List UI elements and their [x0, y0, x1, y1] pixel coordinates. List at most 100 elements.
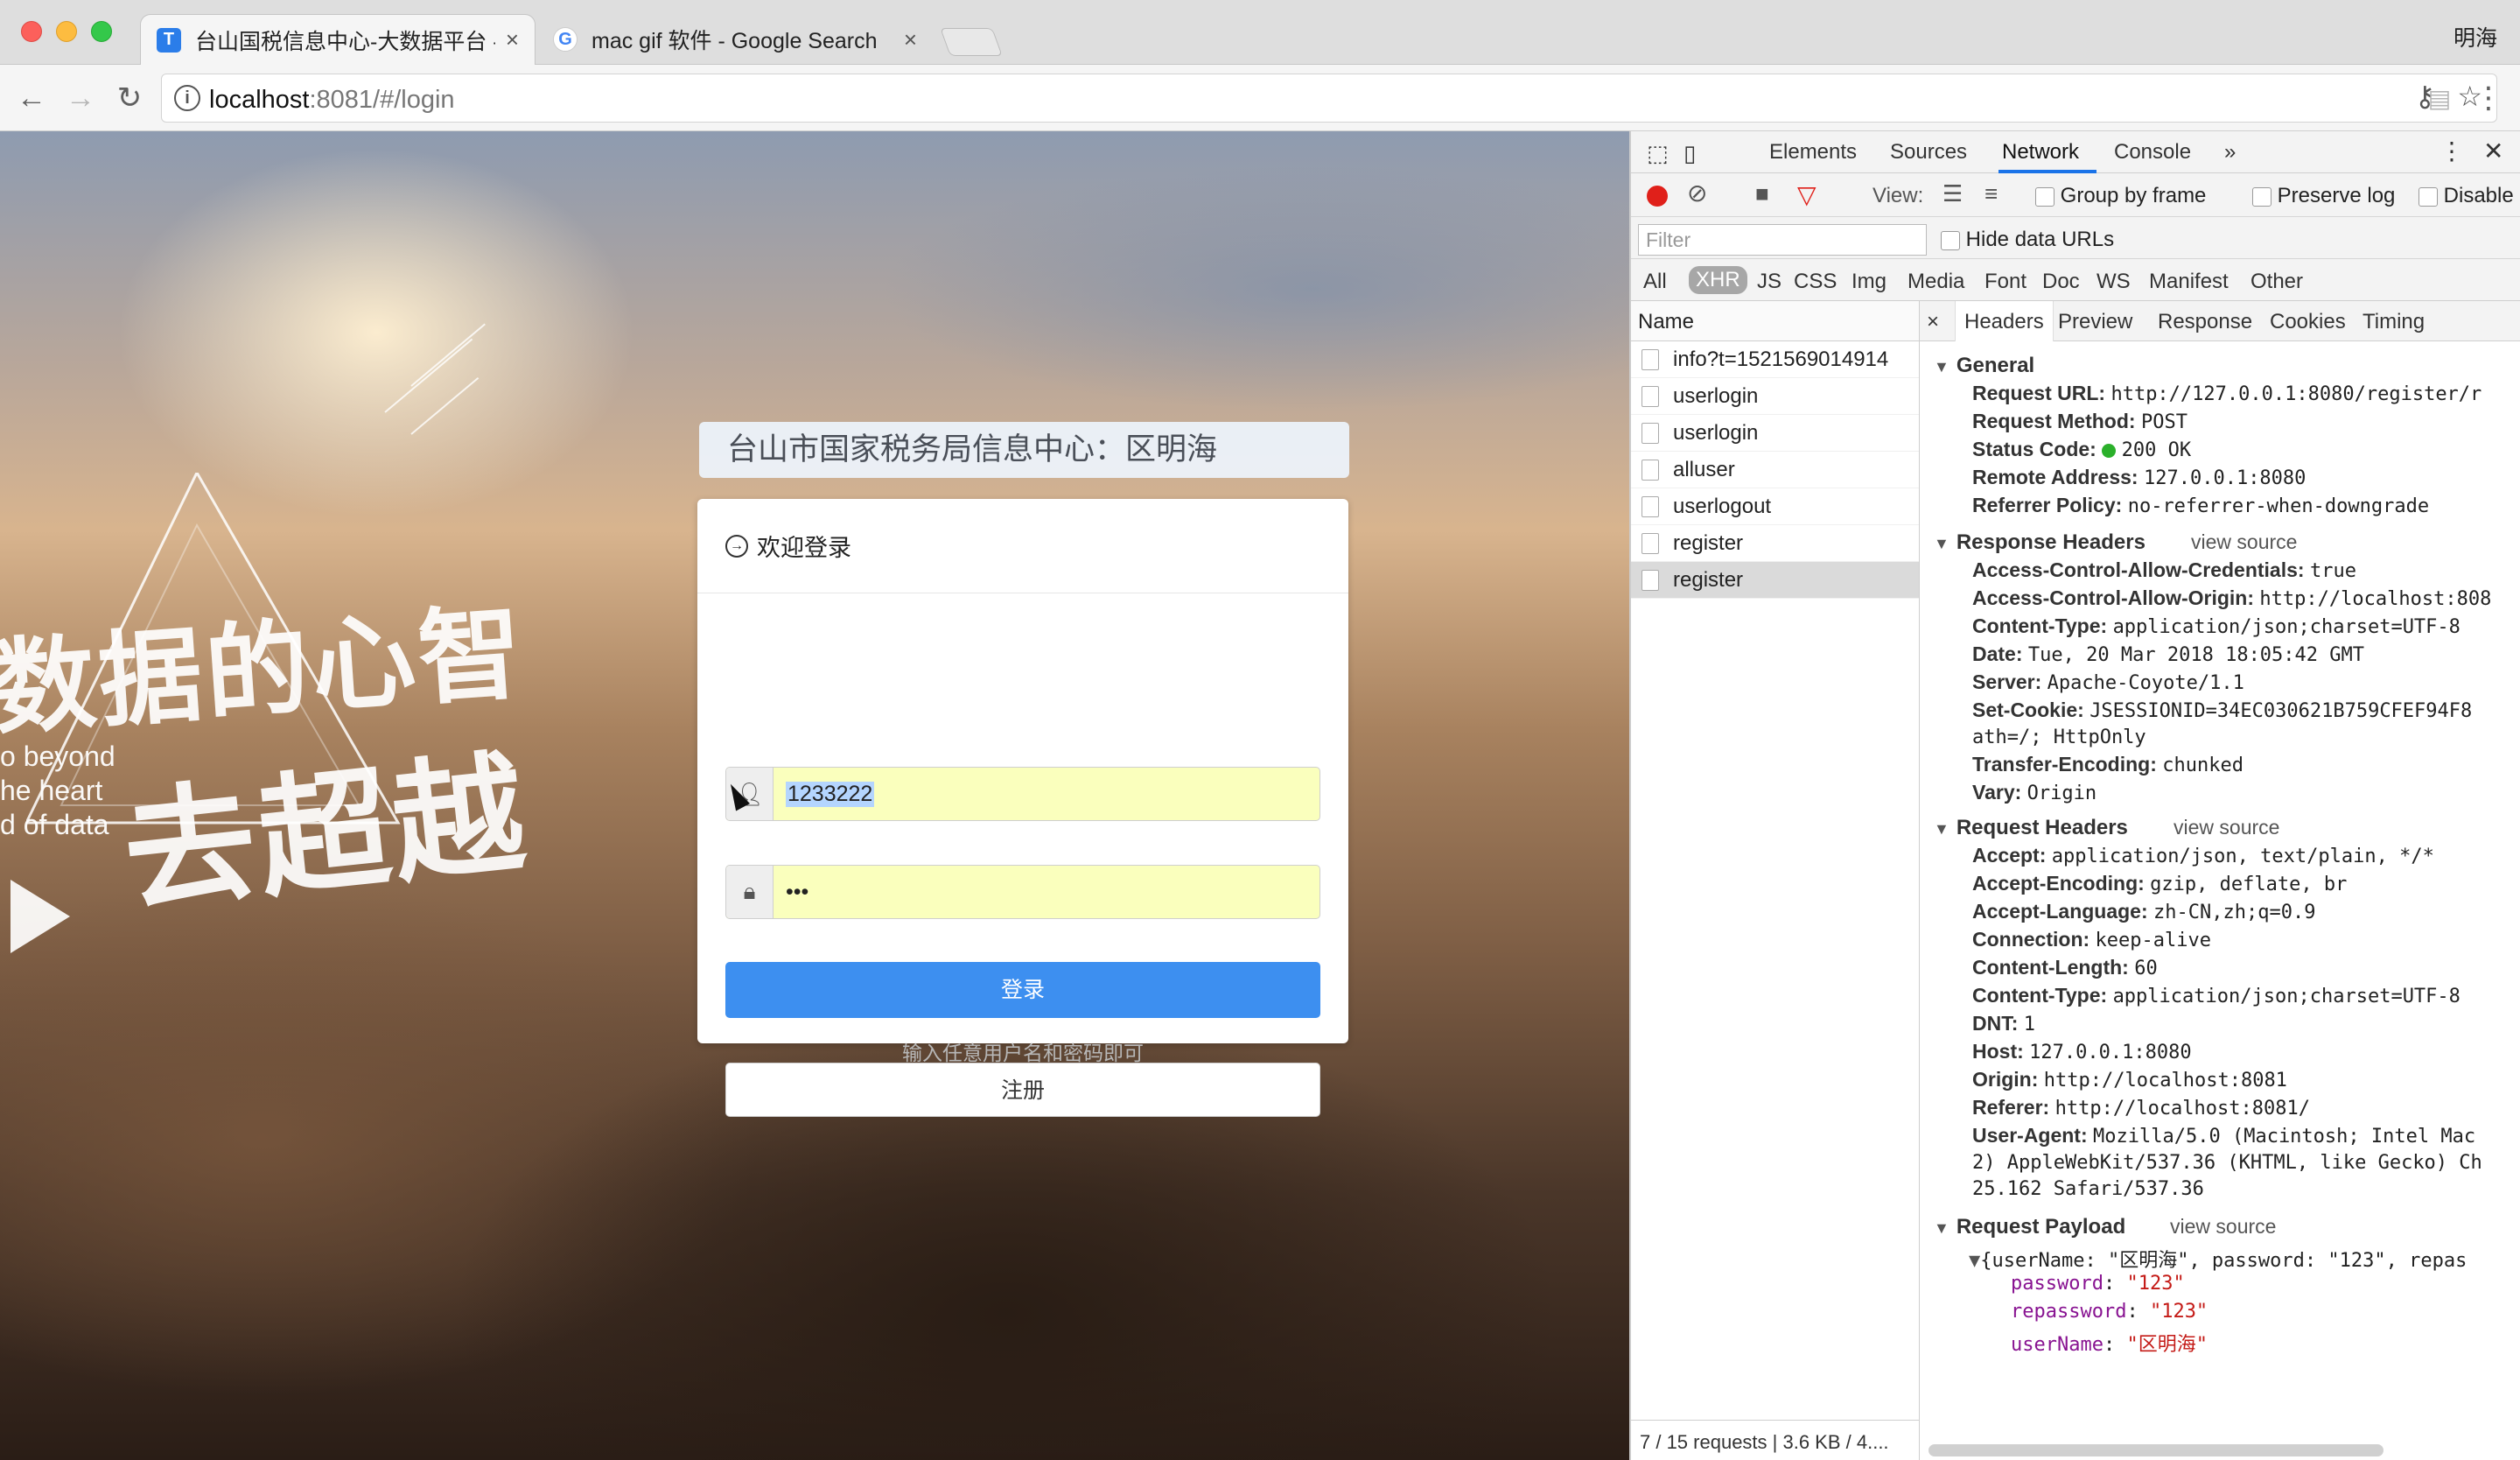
view-source-link[interactable]: view source	[2170, 1215, 2276, 1239]
menu-kebab-icon[interactable]: ⋮	[2469, 79, 2508, 117]
filter-other[interactable]: Other	[2250, 270, 2303, 294]
checkbox[interactable]	[2252, 186, 2272, 207]
url-text[interactable]: localhost:8081/#/login	[209, 86, 455, 115]
filter-doc[interactable]: Doc	[2042, 270, 2080, 294]
filter-media[interactable]: Media	[1908, 270, 1964, 294]
section-title: Response Headers	[1956, 530, 2146, 554]
close-tab-icon[interactable]: ×	[904, 26, 917, 53]
large-rows-icon[interactable]: ☰	[1942, 180, 1963, 207]
filter-xhr[interactable]: XHR	[1689, 266, 1747, 294]
tab-elements[interactable]: Elements	[1769, 140, 1857, 165]
extension-icon[interactable]: ▤	[2420, 79, 2459, 117]
filter-js[interactable]: JS	[1757, 270, 1782, 294]
header-key: Date:	[1972, 642, 2023, 665]
header-row: Origin: http://localhost:8081	[1972, 1068, 2287, 1091]
preserve-log-option[interactable]: Preserve log	[2252, 184, 2395, 208]
filter-input[interactable]: Filter	[1638, 224, 1927, 256]
info-icon[interactable]: i	[174, 85, 200, 111]
tab-sources[interactable]: Sources	[1890, 140, 1967, 165]
tab-cookies[interactable]: Cookies	[2270, 310, 2346, 334]
checkbox[interactable]	[2418, 186, 2438, 207]
request-row-selected[interactable]: register	[1631, 562, 1919, 599]
header-value: keep-alive	[2095, 930, 2211, 951]
filter-font[interactable]: Font	[1984, 270, 2026, 294]
tab-response[interactable]: Response	[2158, 310, 2252, 334]
inspect-element-icon[interactable]: ⬚	[1647, 140, 1669, 167]
payload-key: userName	[2011, 1334, 2104, 1356]
filter-funnel-icon[interactable]: ▽	[1797, 180, 1816, 209]
lock-icon: 🔒︎	[726, 866, 774, 918]
tab-timing[interactable]: Timing	[2362, 310, 2425, 334]
tab-network[interactable]: Network	[2002, 140, 2079, 165]
request-row[interactable]: userlogin	[1631, 415, 1919, 452]
tab-preview[interactable]: Preview	[2058, 310, 2132, 334]
username-value: 1233222	[786, 781, 875, 807]
new-tab-button[interactable]	[940, 28, 1003, 56]
username-field[interactable]: 👤︎ 1233222	[725, 767, 1320, 821]
tab-headers[interactable]: Headers	[1955, 301, 2054, 341]
password-field[interactable]: 🔒︎ •••	[725, 865, 1320, 919]
request-row[interactable]: alluser	[1631, 452, 1919, 488]
request-row[interactable]: info?t=1521569014914	[1631, 341, 1919, 378]
header-row: Accept: application/json, text/plain, */…	[1972, 844, 2434, 867]
filter-all[interactable]: All	[1643, 270, 1667, 294]
t-favicon-icon: T	[157, 27, 181, 53]
preserve-log-label: Preserve log	[2277, 184, 2396, 207]
close-tab-icon[interactable]: ×	[506, 26, 519, 53]
hide-data-urls-option[interactable]: Hide data URLs	[1941, 228, 2114, 252]
tab-console[interactable]: Console	[2114, 140, 2191, 165]
payload-summary[interactable]: ▼{userName: "区明海", password: "123", repa…	[1969, 1245, 2467, 1273]
waterfall-icon[interactable]: ≡	[1984, 180, 1998, 207]
devtools-menu-icon[interactable]: ⋮	[2440, 137, 2464, 165]
password-input[interactable]: •••	[774, 866, 808, 918]
header-value: Apache-Coyote/1.1	[2047, 672, 2244, 694]
reload-icon[interactable]: ↻	[110, 79, 149, 117]
header-row: Transfer-Encoding: chunked	[1972, 753, 2244, 776]
request-payload-toggle[interactable]: ▼ Request Payload	[1934, 1215, 2125, 1239]
light-ray	[384, 338, 473, 413]
tab-taishan[interactable]: T 台山国税信息中心-大数据平台 - ×	[140, 14, 536, 65]
forward-arrow-icon[interactable]: →	[61, 79, 100, 117]
record-icon[interactable]	[1647, 186, 1668, 207]
zoom-window-button[interactable]	[91, 21, 112, 42]
close-detail-icon[interactable]: ×	[1927, 310, 1939, 334]
filter-manifest[interactable]: Manifest	[2149, 270, 2229, 294]
device-toolbar-icon[interactable]: ▯	[1684, 140, 1696, 167]
view-source-link[interactable]: view source	[2174, 816, 2279, 839]
more-tabs-icon[interactable]: »	[2224, 140, 2236, 165]
close-window-button[interactable]	[21, 21, 42, 42]
clear-icon[interactable]: ⊘	[1687, 179, 1707, 207]
filter-ws[interactable]: WS	[2096, 270, 2131, 294]
header-key: Connection:	[1972, 928, 2090, 951]
filter-css[interactable]: CSS	[1794, 270, 1837, 294]
checkbox[interactable]	[2035, 186, 2054, 207]
username-input[interactable]: 1233222	[774, 768, 875, 820]
name-column-header[interactable]: Name	[1631, 301, 1919, 341]
horizontal-scrollbar[interactable]	[1928, 1444, 2384, 1456]
calligraphy-line-2: 去超越	[116, 735, 536, 931]
back-arrow-icon[interactable]: ←	[12, 79, 51, 117]
view-source-link[interactable]: view source	[2191, 530, 2297, 554]
login-button[interactable]: 登录	[725, 962, 1320, 1018]
minimize-window-button[interactable]	[56, 21, 77, 42]
checkbox[interactable]	[1941, 230, 1960, 250]
group-by-frame-option[interactable]: Group by frame	[2035, 184, 2206, 208]
disable-cache-option[interactable]: Disable	[2418, 184, 2514, 208]
tab-google-search[interactable]: G mac gif 软件 - Google Search ×	[537, 14, 933, 65]
request-headers-toggle[interactable]: ▼ Request Headers	[1934, 816, 2128, 840]
request-row[interactable]: userlogin	[1631, 378, 1919, 415]
header-row-continuation: 2) AppleWebKit/537.36 (KHTML, like Gecko…	[1972, 1150, 2482, 1174]
devtools-tab-bar: ⬚ ▯ Elements Sources Network Console » ⋮…	[1631, 131, 2520, 173]
panel-title: 欢迎登录	[757, 535, 851, 561]
response-headers-toggle[interactable]: ▼ Response Headers	[1934, 530, 2146, 555]
general-section-toggle[interactable]: ▼ General	[1934, 354, 2034, 378]
screenshot-camera-icon[interactable]: ■	[1755, 180, 1769, 207]
request-row[interactable]: register	[1631, 525, 1919, 562]
filter-img[interactable]: Img	[1852, 270, 1886, 294]
request-name: alluser	[1673, 457, 1735, 481]
profile-name[interactable]: 明海	[2454, 21, 2497, 53]
close-devtools-icon[interactable]: ✕	[2483, 137, 2503, 165]
request-row[interactable]: userlogout	[1631, 488, 1919, 525]
register-button[interactable]: 注册	[725, 1063, 1320, 1117]
address-bar[interactable]: i localhost:8081/#/login ⚷ ☆	[161, 74, 2497, 123]
